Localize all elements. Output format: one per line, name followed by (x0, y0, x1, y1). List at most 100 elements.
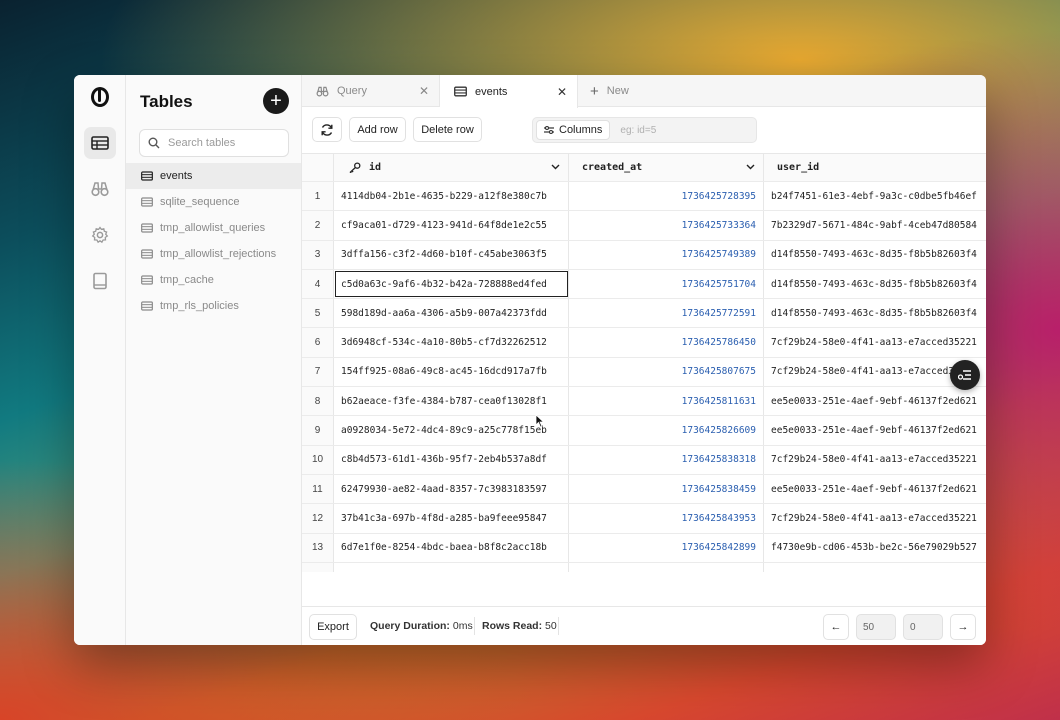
sidebar-table-item[interactable]: sqlite_sequence (126, 189, 301, 215)
cell-user-id[interactable]: d14f8550-7493-463c-8d35-f8b5b82603f4 (764, 299, 986, 327)
tab-events[interactable]: events ✕ (440, 75, 578, 108)
table-row[interactable]: 7 154ff925-08a6-49c8-ac45-16dcd917a7fb 173… (302, 357, 986, 388)
cell-id[interactable]: c8b4d573-61d1-436b-95f7-2eb4b537a8df (334, 445, 569, 474)
cell-created-at[interactable]: 1736425826609 (569, 416, 764, 445)
table-row[interactable]: 13 6d7e1f0e-8254-4bdc-baea-b8f8c2acc18b 17… (302, 533, 986, 563)
cell-id[interactable]: b62aeace-f3fe-4384-b787-cea0f13028f1 (334, 387, 569, 416)
table-row[interactable]: 11 62479930-ae82-4aad-8357-7c3983183597 17… (302, 474, 986, 505)
cell-created-at[interactable]: 1736425733364 (569, 211, 764, 240)
next-page-button[interactable]: → (950, 614, 976, 640)
table-row[interactable]: 8 b62aeace-f3fe-4384-b787-cea0f13028f1 173… (302, 387, 986, 417)
table-row[interactable]: 6 3d6948cf-534c-4a10-80b5-cf7d32262512 173… (302, 328, 986, 358)
cell-created-at[interactable]: 1736425843953 (569, 504, 764, 533)
cell-user-id[interactable]: ee5e0033-251e-4aef-9ebf-46137f2ed621 (764, 475, 986, 503)
duration-value: 0ms (452, 620, 473, 632)
cell-created-at[interactable]: 1736425728395 (569, 182, 764, 211)
column-header-id[interactable]: id (334, 154, 569, 181)
table-row[interactable]: 5 598d189d-aa6a-4306-a5b9-007a42373fdd 173… (302, 299, 986, 329)
cell-id[interactable]: a0928034-5e72-4dc4-89c9-a25c778f15eb (334, 416, 569, 445)
cell-created-at[interactable]: 1736425855818 (569, 562, 764, 572)
settings-gear-icon[interactable] (84, 219, 116, 251)
cell-user-id[interactable]: 7cf29b24-58e0-4f41-aa13-e7acced35221 (764, 328, 986, 356)
table-row[interactable]: 1 4114db04-2b1e-4635-b229-a12f8e380c7b 173… (302, 182, 986, 212)
cell-user-id[interactable]: ee5e0033-251e-4aef-9ebf-46137f2ed621 (764, 387, 986, 415)
search-tables-input[interactable] (168, 137, 278, 149)
footer-bar: Export Query Duration: 0ms Rows Read: 50… (302, 606, 986, 645)
cell-user-id[interactable]: d14f8550-7493-463c-8d35-f8b5b82603f4 (764, 270, 986, 298)
cell-user-id[interactable]: ee5e0033-251e-4aef-9ebf-46137f2ed621 (764, 416, 986, 444)
column-header-user-id[interactable]: user_id (764, 154, 986, 181)
table-row[interactable]: 2 cf9aca01-d729-4123-941d-64f8de1e2c55 173… (302, 211, 986, 241)
cell-user-id[interactable]: 071541c9-1ff3-4207-a142-897dfa4cf12a (764, 563, 986, 573)
cell-created-at[interactable]: 1736425786450 (569, 328, 764, 357)
prev-page-button[interactable]: ← (823, 614, 849, 640)
cell-id[interactable]: 3d6948cf-534c-4a10-80b5-cf7d32262512 (334, 328, 569, 357)
sidebar-table-item[interactable]: tmp_allowlist_rejections (126, 241, 301, 267)
tables-nav-icon[interactable] (83, 127, 116, 159)
cell-user-id[interactable]: 7cf29b24-58e0-4f41-aa13-e7acced35221 (764, 504, 986, 532)
binoculars-nav-icon[interactable] (84, 173, 116, 205)
cell-id[interactable]: 4114db04-2b1e-4635-b229-a12f8e380c7b (334, 182, 569, 211)
cell-id[interactable]: cf9aca01-d729-4123-941d-64f8de1e2c55 (334, 211, 569, 240)
cell-id[interactable]: 3dffa156-c3f2-4d60-b10f-c45abe3063f5 (334, 240, 569, 269)
cell-id[interactable]: c5d0a63c-9af6-4b32-b42a-728888ed4fed (334, 269, 569, 299)
cell-user-id[interactable]: 7b2329d7-5671-484c-9abf-4ceb47d80584 (764, 211, 986, 239)
chevron-down-icon[interactable] (551, 162, 560, 173)
book-docs-icon[interactable] (84, 265, 116, 297)
sidebar-table-label: tmp_allowlist_queries (160, 222, 266, 234)
new-tab-button[interactable]: + New (578, 75, 639, 107)
query-duration: Query Duration: 0ms (370, 620, 473, 632)
cell-created-at[interactable]: 1736425838318 (569, 445, 764, 474)
cell-id[interactable]: 37b41c3a-697b-4f8d-a285-ba9feee95847 (334, 504, 569, 533)
cell-user-id[interactable]: f4730e9b-cd06-453b-be2c-56e79029b527 (764, 534, 986, 562)
tables-list: events sqlite_sequence tmp_allowlist_queri… (126, 163, 301, 319)
table-row[interactable]: 12 37b41c3a-697b-4f8d-a285-ba9feee95847 17… (302, 504, 986, 534)
close-icon[interactable]: ✕ (557, 85, 567, 99)
refresh-button[interactable] (312, 117, 342, 142)
sidebar-table-item[interactable]: tmp_rls_policies (126, 293, 301, 319)
data-grid: id created_at user_id 1 4114db04-2b1e-463… (302, 153, 986, 572)
divider (474, 617, 475, 635)
app-logo (90, 87, 109, 107)
cell-id[interactable]: 598d189d-aa6a-4306-a5b9-007a42373fdd (334, 299, 569, 328)
table-row[interactable]: 3 3dffa156-c3f2-4d60-b10f-c45abe3063f5 173… (302, 240, 986, 270)
add-table-button[interactable]: + (263, 88, 289, 114)
table-row[interactable]: 14e9fb1db9-34f6-433d-aabf-ebdeb712d52517… (302, 562, 986, 573)
filter-input[interactable] (620, 124, 741, 136)
limit-input[interactable]: 50 (856, 614, 896, 640)
cell-id[interactable]: 62479930-ae82-4aad-8357-7c3983183597 (334, 474, 569, 504)
cell-user-id[interactable]: 7cf29b24-58e0-4f41-aa13-e7acced35221 (764, 446, 986, 474)
table-row[interactable]: 10 c8b4d573-61d1-436b-95f7-2eb4b537a8df 17… (302, 445, 986, 475)
main-panel: Query ✕ events ✕ + New Add row Delete ro… (302, 75, 986, 645)
delete-row-button[interactable]: Delete row (413, 117, 482, 142)
chevron-down-icon[interactable] (746, 162, 755, 173)
column-header-created-at[interactable]: created_at (569, 154, 764, 181)
cell-created-at[interactable]: 1736425751704 (569, 269, 764, 299)
cell-created-at[interactable]: 1736425807675 (569, 357, 764, 387)
cell-id[interactable]: 154ff925-08a6-49c8-ac45-16dcd917a7fb (334, 357, 569, 387)
cell-created-at[interactable]: 1736425842899 (569, 533, 764, 562)
cell-created-at[interactable]: 1736425749389 (569, 240, 764, 269)
offset-input[interactable]: 0 (903, 614, 943, 640)
sidebar-table-item[interactable]: tmp_cache (126, 267, 301, 293)
sidebar-table-item[interactable]: events (126, 163, 301, 189)
cell-created-at[interactable]: 1736425772591 (569, 299, 764, 328)
sidebar-table-item[interactable]: tmp_allowlist_queries (126, 215, 301, 241)
export-button[interactable]: Export (309, 614, 357, 640)
cell-created-at[interactable]: 1736425811631 (569, 387, 764, 416)
table-row[interactable]: 4 c5d0a63c-9af6-4b32-b42a-728888ed4fed 173… (302, 269, 986, 300)
add-row-button[interactable]: Add row (349, 117, 406, 142)
cell-id[interactable]: 6d7e1f0e-8254-4bdc-baea-b8f8c2acc18b (334, 533, 569, 562)
columns-button[interactable]: Columns (536, 120, 611, 140)
row-number: 6 (302, 328, 334, 357)
cell-user-id[interactable]: b24f7451-61e3-4ebf-9a3c-c0dbe5fb46ef (764, 182, 986, 210)
close-icon[interactable]: ✕ (419, 84, 429, 98)
cell-created-at[interactable]: 1736425838459 (569, 474, 764, 504)
floating-action-button[interactable] (950, 360, 980, 390)
column-header-label: created_at (582, 162, 643, 173)
cell-id[interactable]: e9fb1db9-34f6-433d-aabf-ebdeb712d525 (334, 562, 569, 572)
table-row[interactable]: 9 a0928034-5e72-4dc4-89c9-a25c778f15eb 173… (302, 416, 986, 446)
cell-user-id[interactable]: d14f8550-7493-463c-8d35-f8b5b82603f4 (764, 241, 986, 269)
table-search-box[interactable] (139, 129, 289, 157)
tab-query[interactable]: Query ✕ (302, 75, 440, 107)
